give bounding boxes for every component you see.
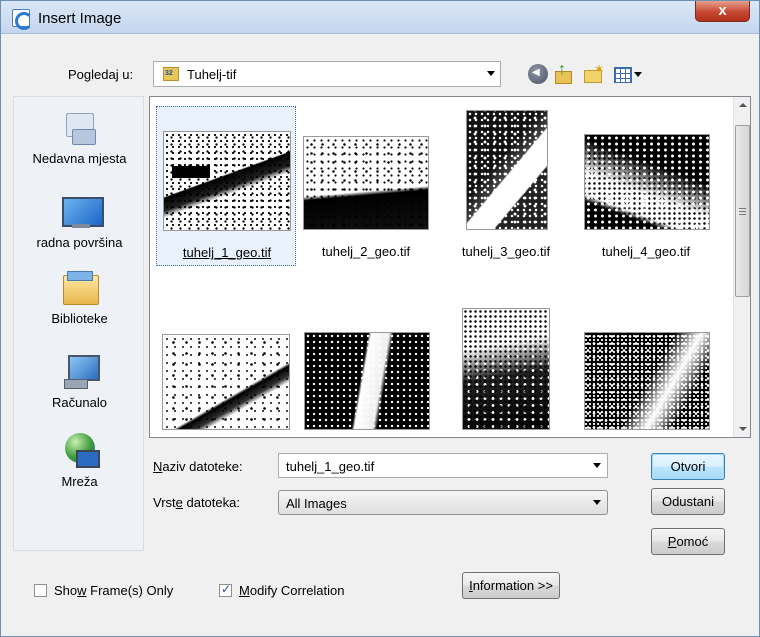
new-folder-icon[interactable] xyxy=(583,62,604,84)
place-desktop[interactable]: radna površina xyxy=(14,193,145,250)
app-icon xyxy=(12,9,33,30)
show-frames-checkbox[interactable] xyxy=(34,584,47,597)
places-bar: Nedavna mjesta radna površina Biblioteke… xyxy=(13,96,144,551)
place-libraries[interactable]: Biblioteke xyxy=(14,269,145,326)
place-label: Mreža xyxy=(61,474,98,489)
place-label: radna površina xyxy=(36,235,123,250)
title-bar[interactable]: Insert Image x xyxy=(1,1,759,34)
views-menu-icon[interactable] xyxy=(613,64,643,84)
file-list[interactable]: tuhelj_1_geo.tif tuhelj_2_geo.tif tuhelj… xyxy=(149,96,751,438)
file-name-label: tuhelj_2_geo.tif xyxy=(321,244,411,259)
image-thumbnail xyxy=(462,308,550,430)
file-item[interactable]: tuhelj_3_geo.tif xyxy=(436,106,576,266)
place-label: Nedavna mjesta xyxy=(32,151,127,166)
look-in-label: Pogledaj u: xyxy=(68,67,134,82)
place-label: Računalo xyxy=(52,395,107,410)
file-name-label: Naziv datoteke: xyxy=(153,459,243,474)
chevron-down-icon[interactable] xyxy=(487,71,495,76)
look-in-value: Tuhelj-tif xyxy=(187,67,237,82)
network-icon xyxy=(62,432,100,468)
place-network[interactable]: Mreža xyxy=(14,432,145,489)
file-type-label: Vrste datoteka: xyxy=(153,495,240,510)
recent-places-icon xyxy=(62,109,98,145)
help-button[interactable]: Pomoć xyxy=(651,528,725,555)
image-thumbnail xyxy=(303,136,429,230)
open-button[interactable]: Otvori xyxy=(651,453,725,480)
computer-icon xyxy=(62,353,100,389)
thumbnail-detail xyxy=(172,166,210,178)
chevron-down-icon[interactable] xyxy=(593,500,601,505)
file-name-value: tuhelj_1_geo.tif xyxy=(286,459,375,474)
insert-image-dialog: Insert Image x Pogledaj u: Tuhelj-tif Ne… xyxy=(0,0,760,637)
file-name-label: tuhelj_4_geo.tif xyxy=(601,244,691,259)
file-name-label: tuhelj_3_geo.tif xyxy=(461,244,551,259)
desktop-icon xyxy=(61,193,104,229)
window-title: Insert Image xyxy=(38,10,122,27)
image-thumbnail xyxy=(584,332,710,430)
scroll-thumb[interactable] xyxy=(735,125,750,297)
show-frames-label[interactable]: Show Frame(s) Only xyxy=(54,583,173,598)
file-type-value: All Images xyxy=(286,496,347,511)
file-item[interactable]: tuhelj_2_geo.tif xyxy=(296,106,436,266)
file-name-field[interactable]: tuhelj_1_geo.tif xyxy=(278,453,608,478)
file-name-label: tuhelj_1_geo.tif xyxy=(182,245,272,260)
modify-correlation-label[interactable]: Modify Correlation xyxy=(239,583,345,598)
file-item[interactable]: tuhelj_4_geo.tif xyxy=(576,106,716,266)
file-type-select[interactable]: All Images xyxy=(278,490,608,515)
close-button[interactable]: x xyxy=(695,1,750,22)
file-item[interactable]: tuhelj_1_geo.tif xyxy=(156,106,296,266)
image-thumbnail xyxy=(162,334,290,430)
image-thumbnail xyxy=(584,134,710,230)
file-item[interactable] xyxy=(436,302,576,437)
look-in-combo[interactable]: Tuhelj-tif xyxy=(153,61,501,87)
vertical-scrollbar[interactable] xyxy=(733,97,750,437)
scroll-down-icon[interactable] xyxy=(734,420,751,437)
file-item[interactable] xyxy=(156,302,296,437)
file-item[interactable] xyxy=(296,302,436,437)
grip-icon xyxy=(739,208,746,215)
file-item[interactable] xyxy=(576,302,716,437)
image-thumbnail xyxy=(304,332,430,430)
back-icon[interactable] xyxy=(528,64,548,84)
chevron-down-icon[interactable] xyxy=(593,463,601,468)
cancel-button[interactable]: Odustani xyxy=(651,488,725,515)
information-button[interactable]: Information >> xyxy=(462,572,560,599)
place-computer[interactable]: Računalo xyxy=(14,353,145,410)
place-recent[interactable]: Nedavna mjesta xyxy=(14,109,145,166)
modify-correlation-checkbox[interactable] xyxy=(219,582,232,597)
image-thumbnail xyxy=(163,131,291,231)
folder-icon xyxy=(163,67,179,81)
up-folder-icon[interactable] xyxy=(553,61,573,84)
image-thumbnail xyxy=(466,110,548,230)
place-label: Biblioteke xyxy=(51,311,108,326)
libraries-icon xyxy=(62,269,99,305)
scroll-up-icon[interactable] xyxy=(734,97,751,114)
